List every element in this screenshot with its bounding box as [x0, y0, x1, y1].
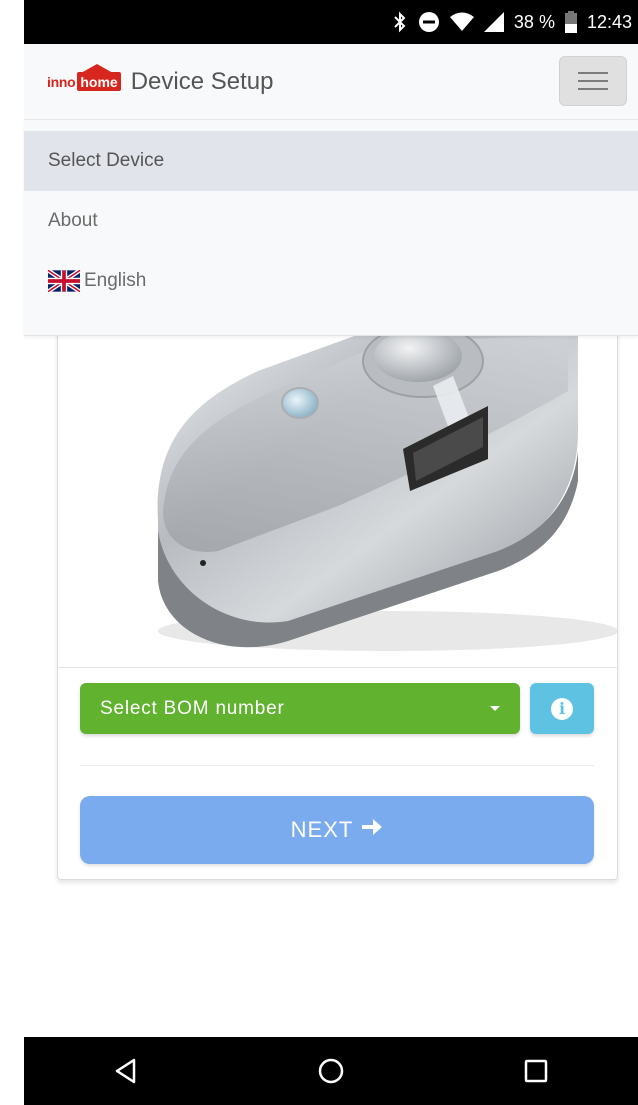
menu-item-about[interactable]: About	[24, 191, 638, 251]
uk-flag-icon	[46, 268, 82, 294]
next-button-label: NEXT	[290, 817, 354, 842]
nav-menu: Select Device About English	[24, 120, 638, 336]
home-icon[interactable]	[311, 1051, 351, 1091]
caret-down-icon	[490, 706, 500, 711]
recents-icon[interactable]	[516, 1051, 556, 1091]
info-icon: i	[551, 697, 573, 720]
page-title: Device Setup	[130, 67, 274, 95]
do-not-disturb-icon	[418, 11, 440, 33]
status-bar: 38 % 12:43	[24, 0, 638, 44]
menu-item-label: English	[84, 270, 147, 291]
card-separator	[58, 667, 617, 668]
divider	[80, 765, 594, 766]
arrow-right-icon	[361, 816, 383, 844]
back-icon[interactable]	[106, 1051, 146, 1091]
info-button[interactable]: i	[530, 683, 594, 734]
battery-icon	[564, 11, 577, 33]
menu-item-label: Select Device	[48, 150, 165, 171]
app-bar: inno home Device Setup	[24, 44, 638, 120]
menu-item-label: About	[48, 210, 98, 231]
menu-item-language[interactable]: English	[24, 251, 638, 311]
android-nav-bar	[24, 1037, 638, 1105]
signal-icon	[483, 12, 504, 32]
battery-percent: 38 %	[513, 11, 555, 32]
logo-home-text: home	[77, 64, 121, 91]
logo-inno-text: inno	[47, 73, 76, 90]
innohome-logo[interactable]: inno home	[47, 64, 121, 91]
device-card: Select BOM number i NEXT	[57, 330, 618, 880]
bom-number-select[interactable]: Select BOM number	[80, 683, 520, 734]
hamburger-icon[interactable]	[559, 56, 627, 106]
bluetooth-icon	[392, 11, 408, 33]
wifi-icon	[449, 12, 474, 32]
next-button[interactable]: NEXT	[80, 796, 594, 864]
menu-item-select-device[interactable]: Select Device	[24, 131, 638, 191]
clock: 12:43	[586, 11, 632, 32]
device-photo	[58, 331, 617, 667]
bom-select-value: Select BOM number	[100, 697, 285, 719]
